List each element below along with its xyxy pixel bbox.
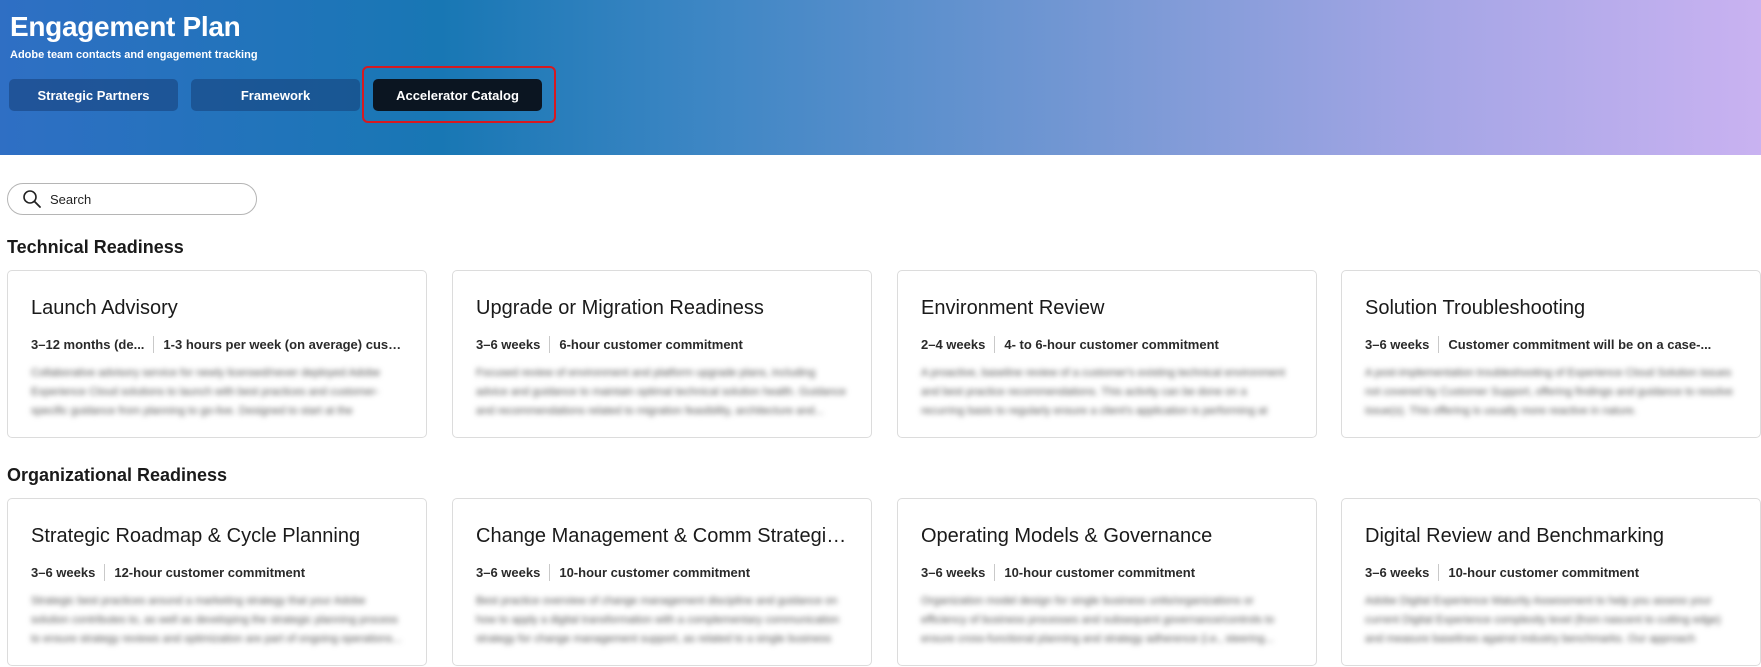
card-title: Strategic Roadmap & Cycle Planning xyxy=(31,525,361,547)
card-description: Adobe Digital Experience Maturity Assess… xyxy=(1365,595,1721,645)
section-title-technical-readiness: Technical Readiness xyxy=(7,237,184,257)
tab-framework[interactable]: Framework xyxy=(191,79,360,111)
card-meta: 3–6 weeks 10-hour customer commitment xyxy=(921,563,1292,581)
card-duration: 3–6 weeks xyxy=(476,336,541,352)
card-environment-review[interactable]: Environment Review 2–4 weeks 4- to 6-hou… xyxy=(897,270,1317,438)
card-launch-advisory[interactable]: Launch Advisory 3–12 months (de... 1-3 h… xyxy=(7,270,427,438)
card-operating-models[interactable]: Operating Models & Governance 3–6 weeks … xyxy=(897,498,1317,666)
card-strategic-roadmap[interactable]: Strategic Roadmap & Cycle Planning 3–6 w… xyxy=(7,498,427,666)
card-duration: 3–6 weeks xyxy=(921,564,986,580)
card-title: Solution Troubleshooting xyxy=(1365,297,1586,319)
meta-divider xyxy=(153,335,155,353)
card-commitment: 12-hour customer commitment xyxy=(114,564,306,580)
card-duration: 3–6 weeks xyxy=(1365,336,1430,352)
page-title: Engagement Plan xyxy=(10,11,241,42)
tab-accelerator-catalog[interactable]: Accelerator Catalog xyxy=(373,79,542,111)
card-duration: 3–6 weeks xyxy=(31,564,96,580)
card-title: Launch Advisory xyxy=(31,297,178,319)
search-input[interactable] xyxy=(50,191,240,207)
card-commitment: 1-3 hours per week (on average) custo... xyxy=(163,336,402,352)
card-change-management[interactable]: Change Management & Comm Strategies 3–6 … xyxy=(452,498,872,666)
card-commitment: 4- to 6-hour customer commitment xyxy=(1004,336,1219,352)
card-upgrade-migration-readiness[interactable]: Upgrade or Migration Readiness 3–6 weeks… xyxy=(452,270,872,438)
tab-strategic-partners[interactable]: Strategic Partners xyxy=(9,79,178,111)
search-box[interactable] xyxy=(7,183,257,215)
meta-divider xyxy=(104,563,106,581)
card-duration: 2–4 weeks xyxy=(921,336,986,352)
page-subtitle: Adobe team contacts and engagement track… xyxy=(10,49,258,61)
card-commitment: 10-hour customer commitment xyxy=(1448,564,1640,580)
meta-divider xyxy=(549,335,551,353)
card-description: Organization model design for single bus… xyxy=(921,595,1275,645)
card-commitment: 6-hour customer commitment xyxy=(559,336,743,352)
card-title: Change Management & Comm Strategies xyxy=(476,525,847,547)
card-meta: 3–6 weeks Customer commitment will be on… xyxy=(1365,335,1736,353)
card-commitment: 10-hour customer commitment xyxy=(1004,564,1196,580)
card-duration: 3–6 weeks xyxy=(1365,564,1430,580)
card-meta: 3–12 months (de... 1-3 hours per week (o… xyxy=(31,335,402,353)
card-commitment: 10-hour customer commitment xyxy=(559,564,751,580)
card-description: A proactive, baseline review of a custom… xyxy=(921,367,1286,417)
card-description: Collaborative advisory service for newly… xyxy=(31,367,381,417)
card-digital-review[interactable]: Digital Review and Benchmarking 3–6 week… xyxy=(1341,498,1761,666)
card-commitment: Customer commitment will be on a case-..… xyxy=(1448,336,1712,352)
card-title: Environment Review xyxy=(921,297,1105,319)
meta-divider xyxy=(549,563,551,581)
section-title-organizational-readiness: Organizational Readiness xyxy=(7,465,228,485)
card-meta: 3–6 weeks 10-hour customer commitment xyxy=(476,563,847,581)
card-description: Strategic best practices around a market… xyxy=(31,595,402,645)
card-description: Focused review of environment and platfo… xyxy=(476,367,846,417)
page-header: Engagement Plan Adobe team contacts and … xyxy=(0,0,1761,155)
card-description: Best practice overview of change managem… xyxy=(476,595,840,645)
card-meta: 2–4 weeks 4- to 6-hour customer commitme… xyxy=(921,335,1292,353)
card-solution-troubleshooting[interactable]: Solution Troubleshooting 3–6 weeks Custo… xyxy=(1341,270,1761,438)
meta-divider xyxy=(994,563,996,581)
card-title: Upgrade or Migration Readiness xyxy=(476,297,764,319)
card-meta: 3–6 weeks 6-hour customer commitment xyxy=(476,335,847,353)
card-duration: 3–12 months (de... xyxy=(31,336,145,352)
card-meta: 3–6 weeks 10-hour customer commitment xyxy=(1365,563,1736,581)
meta-divider xyxy=(1438,563,1440,581)
search-icon xyxy=(22,189,42,209)
card-title: Digital Review and Benchmarking xyxy=(1365,525,1665,547)
card-description: A post-implementation troubleshooting of… xyxy=(1365,367,1733,417)
meta-divider xyxy=(994,335,996,353)
card-title: Operating Models & Governance xyxy=(921,525,1213,547)
card-meta: 3–6 weeks 12-hour customer commitment xyxy=(31,563,402,581)
meta-divider xyxy=(1438,335,1440,353)
card-duration: 3–6 weeks xyxy=(476,564,541,580)
